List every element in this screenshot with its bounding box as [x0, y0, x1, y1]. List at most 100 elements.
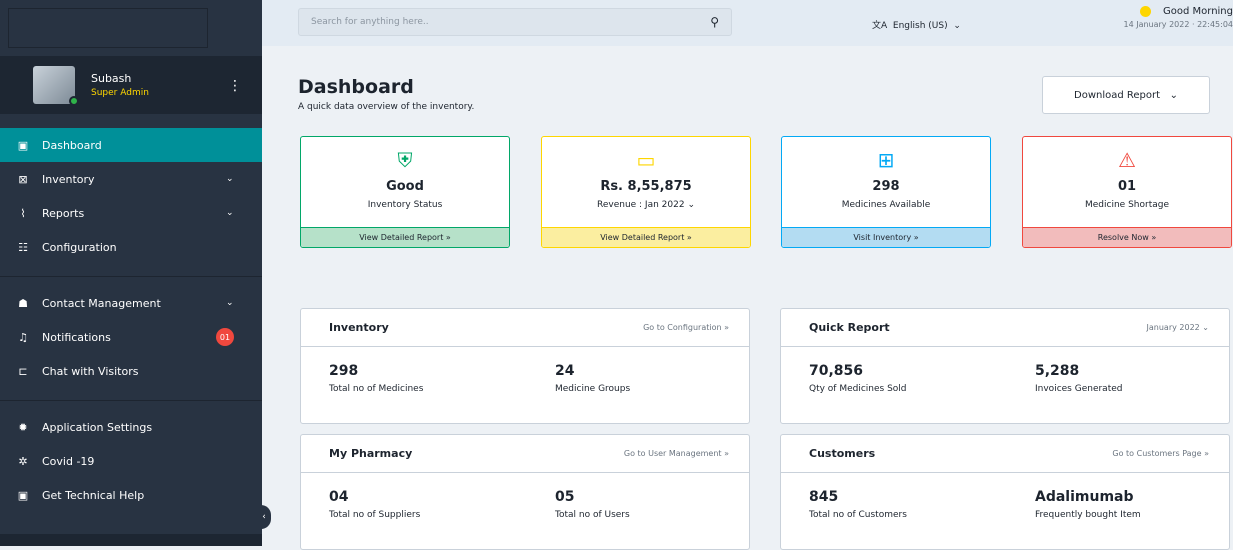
download-report-button[interactable]: Download Report ⌄	[1042, 76, 1210, 114]
sidebar-item-covid[interactable]: ✲ Covid -19	[0, 444, 262, 478]
user-role: Super Admin	[91, 88, 149, 98]
metric-value: 70,856	[809, 363, 864, 379]
contact-icon: ☗	[18, 296, 28, 310]
settings-icon: ✹	[18, 420, 28, 434]
sidebar-item-application-settings[interactable]: ✹ Application Settings	[0, 410, 262, 444]
card-my-pharmacy: My Pharmacy Go to User Management » 04 Tot…	[300, 434, 750, 550]
user-name: Subash	[91, 72, 132, 85]
avatar[interactable]	[33, 66, 79, 106]
online-status-dot	[69, 96, 79, 106]
stat-value: 298	[872, 179, 900, 194]
sidebar-item-label: Inventory	[42, 172, 95, 186]
sidebar-item-reports[interactable]: ⌇ Reports ⌄	[0, 196, 262, 230]
bell-icon: ♫	[18, 330, 28, 344]
language-value: English (US)	[892, 21, 948, 31]
sidebar-item-label: Contact Management	[42, 296, 161, 310]
nav-group-settings: ✹ Application Settings ✲ Covid -19 ▣ Get Te…	[0, 410, 262, 512]
sidebar-item-label: Reports	[42, 206, 85, 220]
sidebar-item-label: Notifications	[42, 330, 111, 344]
sidebar-item-label: Chat with Visitors	[42, 364, 139, 378]
stat-label: Medicines Available	[841, 200, 931, 210]
translate-icon: 文A	[872, 21, 888, 31]
stat-card-medicines-available: ⊞ 298 Medicines Available Visit Inventor…	[781, 136, 991, 248]
chevron-down-icon: ⌄	[1169, 89, 1178, 101]
notification-count-badge: 01	[216, 328, 234, 346]
metric-value: 845	[809, 489, 839, 505]
search-icon[interactable]: ⚲	[710, 15, 719, 29]
resolve-now-link[interactable]: Resolve Now »	[1023, 227, 1231, 247]
stat-card-revenue: ▭ Rs. 8,55,875 Revenue : Jan 2022 ⌄ View…	[541, 136, 751, 248]
stat-label: Medicine Shortage	[1085, 200, 1169, 210]
search-input[interactable]: Search for anything here.. ⚲	[298, 8, 732, 36]
metric-value: Adalimumab	[1035, 489, 1134, 505]
sidebar-item-configuration[interactable]: ☷ Configuration	[0, 230, 262, 264]
view-detailed-report-link[interactable]: View Detailed Report »	[301, 227, 509, 247]
language-select[interactable]: 文A English (US) ⌄	[872, 18, 961, 31]
chevron-down-icon: ⌄	[226, 298, 234, 308]
sidebar-item-label: Application Settings	[42, 420, 153, 434]
reports-icon: ⌇	[20, 206, 26, 220]
view-detailed-report-link[interactable]: View Detailed Report »	[542, 227, 750, 247]
card-title: Quick Report	[809, 321, 890, 334]
metric-value: 24	[555, 363, 575, 379]
logo[interactable]	[8, 8, 208, 48]
stat-label: Inventory Status	[367, 200, 443, 210]
sidebar-item-inventory[interactable]: ⊠ Inventory ⌄	[0, 162, 262, 196]
card-quick-report: Quick Report January 2022 ⌄ 70,856 Qty of …	[780, 308, 1230, 424]
nav-group-main: ▣ Dashboard ⊠ Inventory ⌄ ⌇ Reports ⌄ ☷ Config…	[0, 128, 262, 264]
go-to-configuration-link[interactable]: Go to Configuration »	[643, 323, 729, 332]
sidebar-item-label: Get Technical Help	[42, 488, 145, 502]
covid-icon: ✲	[18, 454, 28, 468]
help-icon: ▣	[17, 488, 29, 502]
stat-card-medicine-shortage: ⚠ 01 Medicine Shortage Resolve Now »	[1022, 136, 1232, 248]
metric-value: 5,288	[1035, 363, 1080, 379]
metric-label: Invoices Generated	[1035, 384, 1123, 394]
nav-group-communication: ☗ Contact Management ⌄ ♫ Notifications 01 ⊏ C…	[0, 286, 262, 388]
shield-plus-icon: ⛨	[397, 148, 413, 172]
search-placeholder: Search for anything here..	[311, 17, 429, 27]
chevron-down-icon: ⌄	[226, 174, 234, 184]
visit-inventory-link[interactable]: Visit Inventory »	[782, 227, 990, 247]
current-datetime: 14 January 2022 · 22:45:04	[1123, 20, 1233, 29]
sidebar-item-contact-management[interactable]: ☗ Contact Management ⌄	[0, 286, 262, 320]
greeting: Good Morning 14 January 2022 · 22:45:04	[1053, 6, 1233, 29]
money-icon: ▭	[636, 148, 656, 172]
sidebar-item-technical-help[interactable]: ▣ Get Technical Help	[0, 478, 262, 512]
stat-card-inventory-status: ⛨ Good Inventory Status View Detailed Re…	[300, 136, 510, 248]
warning-icon: ⚠	[1118, 148, 1136, 172]
stat-value: Rs. 8,55,875	[600, 179, 692, 194]
chevron-down-icon: ⌄	[226, 208, 234, 218]
main-content: Dashboard A quick data overview of the i…	[262, 46, 1233, 550]
topbar: Search for anything here.. ⚲ 文A English …	[262, 0, 1233, 46]
sidebar-item-label: Covid -19	[42, 454, 95, 468]
metric-label: Total no of Medicines	[329, 384, 424, 394]
card-customers: Customers Go to Customers Page » 845 Total…	[780, 434, 1230, 550]
stat-value: Good	[386, 179, 424, 194]
go-to-user-management-link[interactable]: Go to User Management »	[624, 449, 729, 458]
inventory-icon: ⊠	[18, 172, 28, 186]
sidebar-item-label: Dashboard	[42, 138, 102, 152]
stat-label[interactable]: Revenue : Jan 2022 ⌄	[542, 200, 750, 210]
sun-icon	[1140, 6, 1151, 17]
card-title: Customers	[809, 447, 876, 460]
sidebar-item-dashboard[interactable]: ▣ Dashboard	[0, 128, 262, 162]
metric-label: Total no of Suppliers	[329, 510, 421, 520]
metric-value: 298	[329, 363, 359, 379]
page-title: Dashboard	[298, 76, 414, 98]
report-month-select[interactable]: January 2022 ⌄	[1147, 323, 1209, 332]
sidebar-footer	[0, 534, 262, 546]
metric-value: 05	[555, 489, 575, 505]
go-to-customers-link[interactable]: Go to Customers Page »	[1112, 449, 1209, 458]
user-profile[interactable]: Subash Super Admin ⋮	[0, 56, 262, 114]
chevron-down-icon: ⌄	[687, 200, 695, 210]
revenue-period-select[interactable]: Revenue : Jan 2022	[597, 200, 685, 210]
kebab-menu-icon[interactable]: ⋮	[228, 78, 242, 94]
sidebar-item-notifications[interactable]: ♫ Notifications 01	[0, 320, 262, 354]
sidebar-item-chat[interactable]: ⊏ Chat with Visitors	[0, 354, 262, 388]
sidebar-item-label: Configuration	[42, 240, 117, 254]
metric-value: 04	[329, 489, 349, 505]
card-inventory: Inventory Go to Configuration » 298 Total …	[300, 308, 750, 424]
chevron-down-icon: ⌄	[953, 21, 961, 31]
metric-label: Medicine Groups	[555, 384, 631, 394]
metric-label: Total no of Customers	[809, 510, 907, 520]
